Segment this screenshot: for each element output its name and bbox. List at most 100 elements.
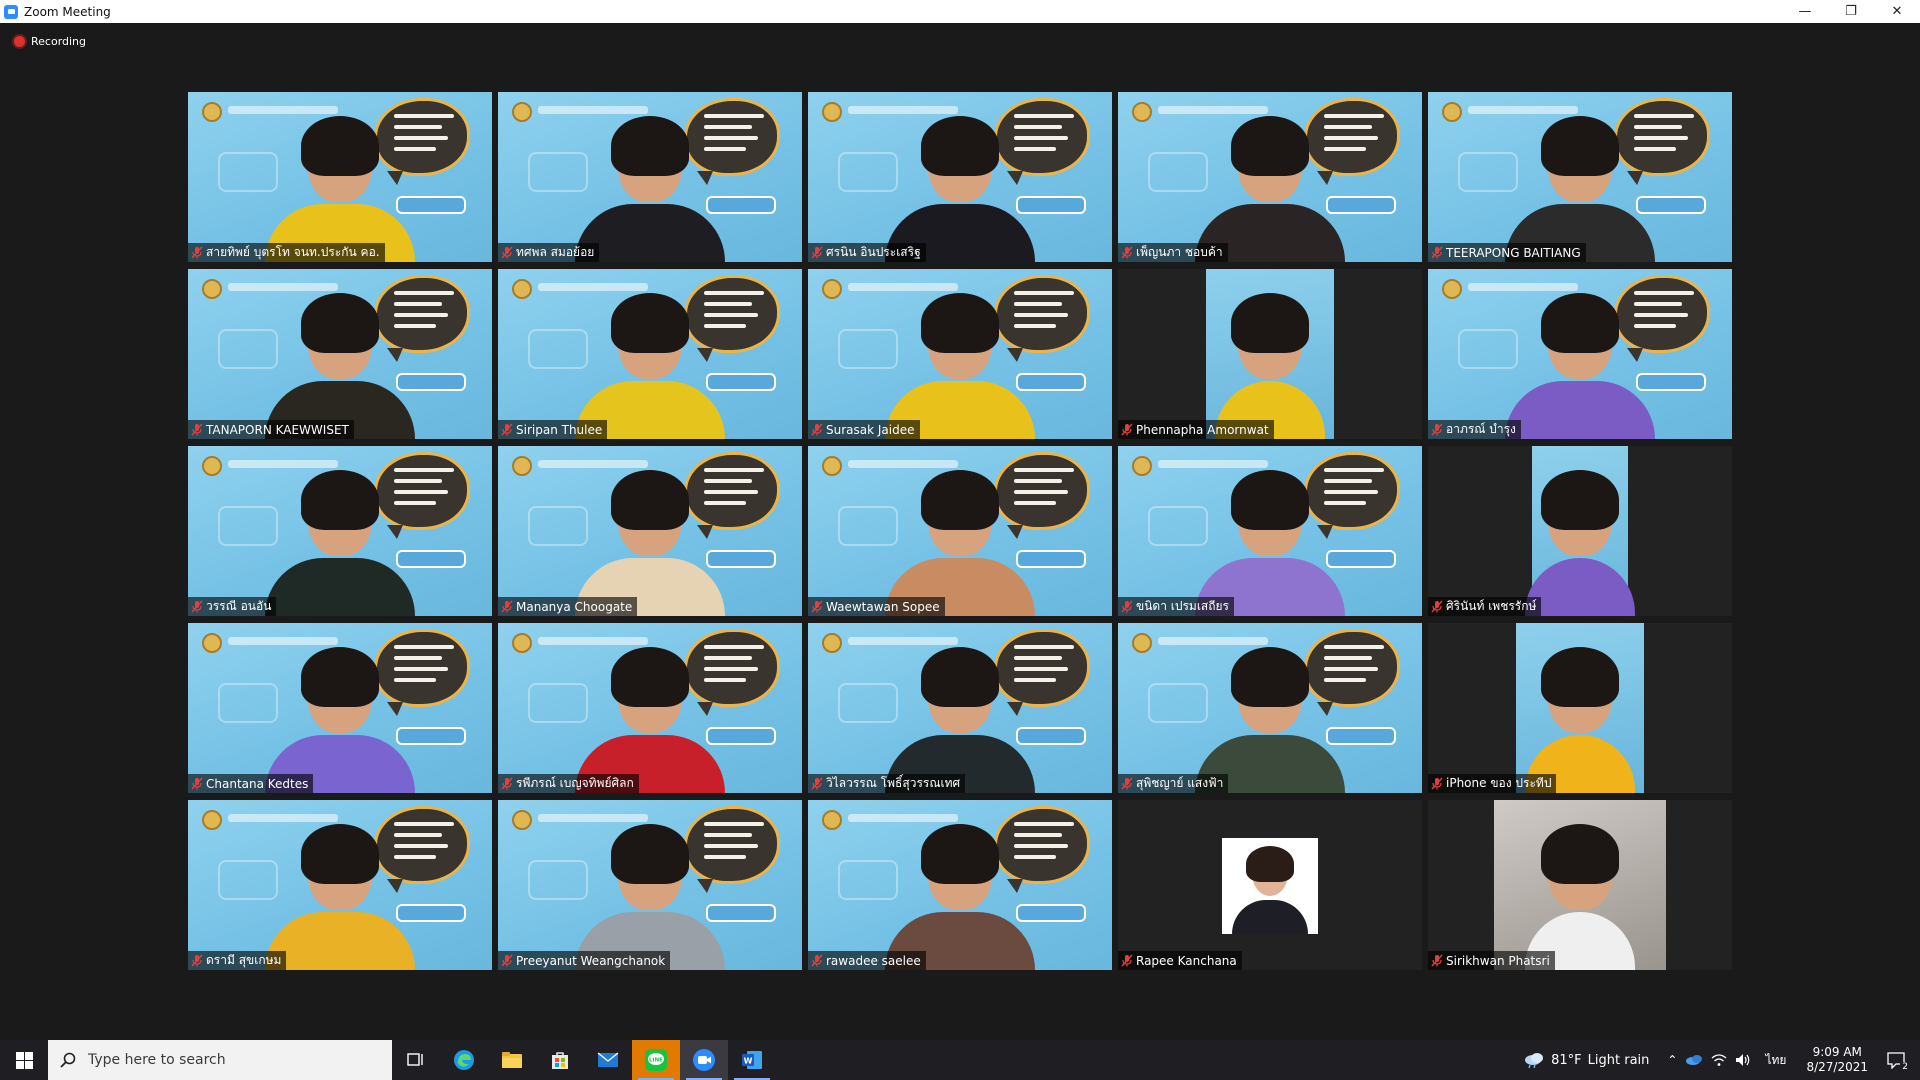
task-view-button[interactable] [392,1040,440,1080]
seal-logo-icon [822,633,842,653]
input-language-indicator[interactable]: ไทย [1755,1040,1796,1080]
participant-tile[interactable]: เพ็ญนภา ชอบค้า [1118,92,1422,262]
participant-name: TANAPORN KAEWWISET [206,422,349,437]
participant-name: ทศพล สมอย้อย [516,245,595,259]
wifi-tray-button[interactable] [1707,1040,1731,1080]
minimize-button[interactable]: — [1782,0,1828,23]
participant-tile[interactable]: สุพิชญาย์ แสงฟ้า [1118,623,1422,793]
participant-video [575,279,725,439]
task-view-icon [407,1053,423,1066]
microsoft-store-button[interactable] [536,1040,584,1080]
window-controls: — ❐ ✕ [1782,0,1920,23]
microphone-muted-icon [1431,777,1443,790]
participant-tile[interactable]: Phennapha Amornwat [1118,269,1422,439]
language-label: ไทย [1765,1052,1787,1067]
participant-tile[interactable]: iPhone ของ ประทีป [1428,623,1732,793]
participant-tile[interactable]: rawadee saelee [808,800,1112,970]
search-input[interactable] [88,1052,368,1068]
start-button[interactable] [0,1040,48,1080]
participant-video [885,279,1035,439]
participant-video [1215,279,1325,439]
microphone-muted-icon [1121,246,1133,259]
weather-widget[interactable]: 81°F Light rain [1519,1040,1663,1080]
participant-video [1516,623,1644,793]
restore-button[interactable]: ❐ [1828,0,1874,23]
participant-video [885,456,1035,616]
participant-name: ขนิดา เปรมเสถียร [1136,599,1229,613]
mail-icon [597,1052,619,1067]
participant-tile[interactable]: Rapee Kanchana [1118,800,1422,970]
weather-temp: 81°F [1551,1052,1582,1068]
seal-logo-icon [202,810,222,830]
file-explorer-button[interactable] [488,1040,536,1080]
participant-name: อาภรณ์ บำรุง [1446,422,1516,436]
show-hidden-icons-button[interactable]: ⌃ [1663,1040,1681,1080]
participant-name-tag: Waewtawan Sopee [808,597,945,616]
participant-name-tag: วิไลวรรณ โพธิ์สุวรรณเทศ [808,774,966,793]
zoom-taskbar-button[interactable] [680,1040,728,1080]
participant-tile[interactable]: Preeyanut Weangchanok [498,800,802,970]
participant-name: วิไลวรรณ โพธิ์สุวรรณเทศ [826,776,961,790]
onedrive-cloud-icon [1686,1055,1703,1065]
microphone-muted-icon [191,954,203,967]
participant-tile[interactable]: อาภรณ์ บำรุง [1428,269,1732,439]
participant-tile[interactable]: ขนิดา เปรมเสถียร [1118,446,1422,616]
participant-name: Preeyanut Weangchanok [516,953,666,968]
word-taskbar-button[interactable]: W [728,1040,776,1080]
participant-name-tag: สุพิชญาย์ แสงฟ้า [1118,774,1229,793]
line-app-icon: LINE [645,1049,667,1071]
participant-name-tag: Siripan Thulee [498,420,608,439]
participant-tile[interactable]: สายทิพย์ บุตรโท จนท.ประกัน คอ. [188,92,492,262]
participant-tile[interactable]: TANAPORN KAEWWISET [188,269,492,439]
participant-tile[interactable]: รพีภรณ์ เบญจทิพย์ศิลก [498,623,802,793]
line-app-button[interactable]: LINE [632,1040,680,1080]
microphone-muted-icon [1121,600,1133,613]
volume-tray-button[interactable] [1731,1040,1755,1080]
seal-logo-icon [202,633,222,653]
participant-name: รพีภรณ์ เบญจทิพย์ศิลก [516,776,634,790]
seal-logo-icon [512,102,532,122]
participant-tile[interactable]: TEERAPONG BAITIANG [1428,92,1732,262]
participant-name-tag: ดรามี สุขเกษม [188,951,287,970]
participant-name-tag: ศิรินันท์ เพชรรักษ์ [1428,597,1542,616]
recording-indicator[interactable]: Recording [14,35,86,48]
recording-label: Recording [31,35,87,48]
participant-name-tag: Surasak Jaidee [808,420,920,439]
participant-tile[interactable]: Mananya Choogate [498,446,802,616]
participant-video [1206,269,1334,439]
edge-browser-button[interactable] [440,1040,488,1080]
participant-tile[interactable]: วรรณี อนอัน [188,446,492,616]
participant-name: Waewtawan Sopee [826,599,940,614]
participant-name-tag: ทศพล สมอย้อย [498,243,600,262]
seal-logo-icon [822,810,842,830]
participant-name: วรรณี อนอัน [206,599,272,613]
participant-tile[interactable]: Chantana Kedtes [188,623,492,793]
action-center-button[interactable]: 2 [1878,1040,1920,1080]
microphone-muted-icon [501,246,513,259]
participant-name: สุพิชญาย์ แสงฟ้า [1136,776,1224,790]
zoom-app-icon [4,4,18,19]
participant-tile[interactable]: ดรามี สุขเกษม [188,800,492,970]
participant-tile[interactable]: Waewtawan Sopee [808,446,1112,616]
taskbar-search[interactable] [48,1040,392,1080]
microphone-muted-icon [191,777,203,790]
participant-name: ศิรินันท์ เพชรรักษ์ [1446,599,1537,613]
participant-video [1525,633,1635,793]
participant-tile[interactable]: Siripan Thulee [498,269,802,439]
seal-logo-icon [822,102,842,122]
participant-name-tag: Mananya Choogate [498,597,638,616]
participant-video [1195,633,1345,793]
taskbar-clock[interactable]: 9:09 AM 8/27/2021 [1796,1045,1878,1075]
close-button[interactable]: ✕ [1874,0,1920,23]
microphone-muted-icon [191,423,203,436]
onedrive-tray-button[interactable] [1681,1040,1707,1080]
participant-tile[interactable]: ศรนิน อินประเสริฐ [808,92,1112,262]
mail-button[interactable] [584,1040,632,1080]
seal-logo-icon [1442,279,1462,299]
participant-tile[interactable]: Sirikhwan Phatsri [1428,800,1732,970]
participant-tile[interactable]: Surasak Jaidee [808,269,1112,439]
seal-logo-icon [202,456,222,476]
participant-tile[interactable]: ศิรินันท์ เพชรรักษ์ [1428,446,1732,616]
participant-tile[interactable]: ทศพล สมอย้อย [498,92,802,262]
participant-tile[interactable]: วิไลวรรณ โพธิ์สุวรรณเทศ [808,623,1112,793]
